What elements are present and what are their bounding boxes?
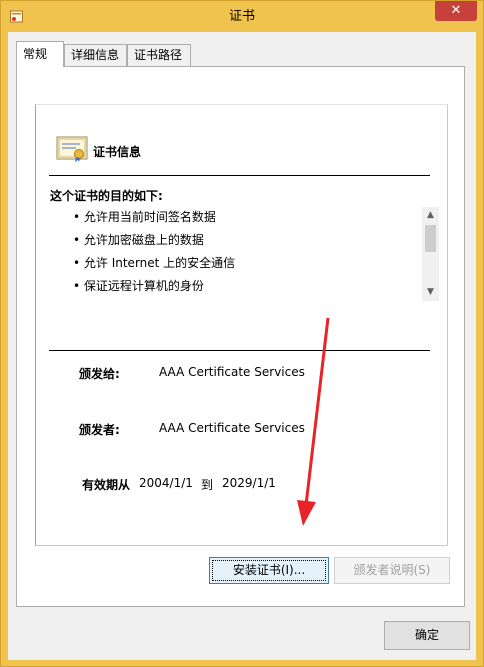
window-title: 证书 <box>228 9 255 24</box>
divider <box>49 350 430 351</box>
valid-to-word: 到 <box>201 478 214 492</box>
issued-by-label: 颁发者: <box>79 423 120 437</box>
purpose-list[interactable]: • 允许用当前时间签名数据 • 允许加密磁盘上的数据 • 允许 Internet… <box>73 208 433 300</box>
general-tab-panel: 证书信息 这个证书的目的如下: • 允许用当前时间签名数据 • 允许加密磁盘上的… <box>16 66 465 607</box>
valid-from-value: 2004/1/1 <box>139 476 193 490</box>
scroll-thumb[interactable] <box>425 225 436 252</box>
purpose-item: • 允许加密磁盘上的数据 <box>73 233 204 247</box>
purpose-item: • 保证远程计算机的身份 <box>73 279 204 293</box>
issuer-statement-button[interactable]: 颁发者说明(S) <box>334 557 450 584</box>
purpose-heading: 这个证书的目的如下: <box>50 189 163 203</box>
valid-to-value: 2029/1/1 <box>222 476 276 490</box>
tab-cert-path[interactable]: 证书路径 <box>127 44 191 66</box>
ok-button[interactable]: 确定 <box>384 621 470 650</box>
valid-from-label: 有效期从 <box>82 478 131 492</box>
certificate-info-title: 证书信息 <box>93 145 142 159</box>
purpose-item: • 允许用当前时间签名数据 <box>73 210 216 224</box>
tab-details[interactable]: 详细信息 <box>64 44 127 66</box>
close-button[interactable]: ✕ <box>435 1 477 21</box>
scroll-up-icon[interactable]: ▲ <box>422 207 439 224</box>
divider <box>49 175 430 176</box>
scroll-down-icon[interactable]: ▼ <box>422 284 439 301</box>
issued-to-value: AAA Certificate Services <box>159 365 305 379</box>
purpose-item: • 允许 Internet 上的安全通信 <box>73 256 236 270</box>
certificate-window: 证书 ✕ 常规 详细信息 证书路径 证书信息 这个证书的目的如下: • 允许用当… <box>0 0 484 667</box>
title-bar[interactable]: 证书 ✕ <box>1 1 483 32</box>
certificate-info-box: 证书信息 这个证书的目的如下: • 允许用当前时间签名数据 • 允许加密磁盘上的… <box>35 104 448 546</box>
install-certificate-button[interactable]: 安装证书(I)... <box>209 557 329 584</box>
issued-by-value: AAA Certificate Services <box>159 421 305 435</box>
issued-to-label: 颁发给: <box>79 367 120 381</box>
dialog-body: 常规 详细信息 证书路径 证书信息 这个证书的目的如下: • 允许用当前时间签名… <box>8 32 476 660</box>
certificate-icon <box>56 136 88 162</box>
tab-general[interactable]: 常规 <box>16 41 64 67</box>
purpose-scrollbar[interactable]: ▲ ▼ <box>422 207 439 301</box>
